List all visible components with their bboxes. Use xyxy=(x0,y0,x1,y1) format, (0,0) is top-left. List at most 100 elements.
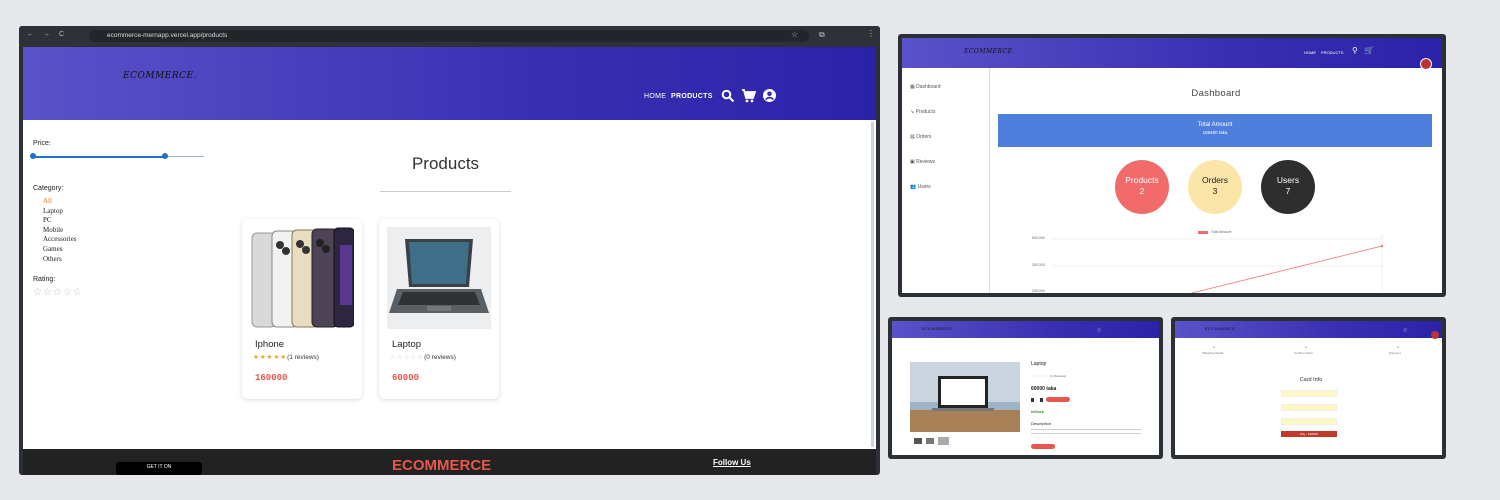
sidebar-item-dashboard[interactable]: ▦ Dashboard xyxy=(910,84,941,90)
menu-kebab-icon[interactable]: ⋮ xyxy=(867,29,875,38)
decrease-quantity-button[interactable] xyxy=(1031,398,1034,402)
chart-tick: 200,000 xyxy=(1032,289,1045,293)
sidebar-item-label: Products xyxy=(915,109,936,115)
add-to-cart-button[interactable] xyxy=(1046,397,1070,402)
payment-window: ECOMMERCE 🛒 ● Shipping Details ● Confirm… xyxy=(1171,317,1446,459)
step-shipping: Shipping Details xyxy=(1202,351,1224,355)
stat-label: Users xyxy=(1276,175,1300,185)
dashboard-title: Dashboard xyxy=(1191,88,1241,99)
forward-icon[interactable]: → xyxy=(43,31,50,38)
get-it-on-badge[interactable]: GET IT ON xyxy=(116,462,202,475)
reviews-count: (0 Reviews) xyxy=(1050,374,1067,378)
rating-filter-label: Rating: xyxy=(33,276,56,283)
price-slider-min-handle[interactable] xyxy=(30,153,36,159)
site-logo[interactable]: ECOMMERCE. xyxy=(123,71,197,81)
card-cvc-input[interactable] xyxy=(1281,418,1337,425)
extensions-icon[interactable]: ⧉ xyxy=(819,30,825,40)
sidebar-item-users[interactable]: 👥 Users xyxy=(910,184,931,190)
product-price: 160000 xyxy=(255,373,288,383)
back-icon[interactable]: ← xyxy=(27,31,34,38)
search-icon[interactable]: ⚲ xyxy=(1352,46,1358,55)
cart-icon[interactable]: 🛒 xyxy=(1403,327,1408,332)
total-amount-value: 166400 taka xyxy=(1202,130,1228,135)
sidebar-divider xyxy=(989,68,990,293)
dashboard-window: ECOMMERCE HOME PRODUCTS ⚲ 🛒 ▦ Dashboard … xyxy=(898,34,1446,297)
rating-filter-stars[interactable]: ☆☆☆☆☆ xyxy=(33,287,83,298)
laptop-product-image xyxy=(387,227,491,329)
user-avatar[interactable] xyxy=(1431,331,1439,339)
category-item[interactable]: Others xyxy=(43,255,76,265)
reviews-count: (0 reviews) xyxy=(424,354,456,361)
submit-review-button[interactable] xyxy=(1031,444,1055,449)
payment-logo[interactable]: ECOMMERCE xyxy=(1205,327,1235,331)
sidebar-item-orders[interactable]: ▤ Orders xyxy=(910,134,931,140)
product-name[interactable]: Laptop xyxy=(392,339,421,350)
stat-value: 3 xyxy=(1212,186,1218,196)
badge-label: GET IT ON xyxy=(146,464,172,470)
product-card-iphone[interactable]: Iphone ★★★★★(1 reviews) 160000 xyxy=(242,219,362,399)
category-item[interactable]: All xyxy=(43,197,76,207)
stat-label: Orders xyxy=(1202,175,1228,185)
iphone-product-image xyxy=(250,227,354,329)
search-icon[interactable] xyxy=(721,89,735,103)
payment-page: ECOMMERCE 🛒 ● Shipping Details ● Confirm… xyxy=(1175,321,1442,455)
cart-icon[interactable]: 🛒 xyxy=(1364,46,1374,55)
rating-stars: ★★★★★ xyxy=(253,354,288,361)
dashboard-page: ECOMMERCE HOME PRODUCTS ⚲ 🛒 ▦ Dashboard … xyxy=(902,38,1442,293)
total-amount-label: Total Amount xyxy=(1197,122,1233,128)
product-detail-page: ECOMMERCE 🛒 Laptop ☆☆☆☆☆ (0 Reviews) 600… xyxy=(892,321,1159,455)
cart-icon[interactable] xyxy=(741,89,756,103)
nav-products-link[interactable]: PRODUCTS xyxy=(671,93,713,100)
sidebar-item-products[interactable]: ↘ Products xyxy=(910,109,935,115)
reload-icon[interactable]: C xyxy=(59,31,64,38)
step-icon: ● xyxy=(1213,345,1215,349)
page-scrollbar[interactable] xyxy=(871,122,874,447)
account-icon[interactable] xyxy=(762,88,777,103)
category-filter-label: Category: xyxy=(33,185,64,192)
payment-header: ECOMMERCE 🛒 xyxy=(1175,321,1442,339)
thumbnail[interactable] xyxy=(926,438,934,444)
product-rating: ☆☆☆☆☆(0 reviews) xyxy=(390,353,456,361)
category-item[interactable]: Laptop xyxy=(43,207,76,217)
product-card-laptop[interactable]: Laptop ☆☆☆☆☆(0 reviews) 60000 xyxy=(379,219,499,399)
page-title: Products xyxy=(411,154,480,173)
orders-stat-circle[interactable]: Orders 3 xyxy=(1188,160,1242,214)
product-name[interactable]: Iphone xyxy=(255,339,284,350)
pay-button[interactable]: Pay - 160000 xyxy=(1281,431,1337,437)
step-payment: Payment xyxy=(1389,351,1401,355)
download-app-heading: DOWNLOAD OUR APP xyxy=(107,439,221,451)
dashboard-nav-home[interactable]: HOME xyxy=(1304,50,1316,55)
category-item[interactable]: Accessories xyxy=(43,235,76,245)
user-avatar[interactable] xyxy=(1420,58,1432,70)
users-stat-circle[interactable]: Users 7 xyxy=(1261,160,1315,214)
title-divider xyxy=(380,191,511,192)
chart-tick: 300,000 xyxy=(1032,263,1045,267)
dashboard-header: ECOMMERCE HOME PRODUCTS ⚲ 🛒 xyxy=(902,38,1442,70)
increase-quantity-button[interactable] xyxy=(1040,398,1043,402)
product-detail-header: ECOMMERCE 🛒 xyxy=(892,321,1159,338)
cart-icon[interactable]: 🛒 xyxy=(1097,327,1102,332)
description-text xyxy=(1031,429,1141,430)
product-rating: ★★★★★(1 reviews) xyxy=(253,353,319,361)
thumbnail[interactable] xyxy=(938,437,949,445)
card-expiry-input[interactable] xyxy=(1281,404,1337,411)
site-footer: DOWNLOAD OUR APP GET IT ON ECOMMERCE Fol… xyxy=(23,439,876,475)
bookmark-star-icon[interactable]: ☆ xyxy=(791,30,798,39)
dashboard-logo[interactable]: ECOMMERCE xyxy=(964,48,1013,55)
card-number-input[interactable] xyxy=(1281,390,1337,397)
category-item[interactable]: PC xyxy=(43,216,76,226)
thumbnail[interactable] xyxy=(914,438,922,444)
price-filter-label: Price: xyxy=(33,140,51,147)
product-detail-logo[interactable]: ECOMMERCE xyxy=(922,327,952,331)
products-stat-circle[interactable]: Products 2 xyxy=(1115,160,1169,214)
price-slider-max-handle[interactable] xyxy=(162,153,168,159)
nav-home-link[interactable]: HOME xyxy=(644,93,666,100)
address-bar[interactable]: ecommerce-mernapp.vercel.app/products xyxy=(89,30,809,42)
dashboard-nav-products[interactable]: PRODUCTS xyxy=(1321,50,1343,55)
sidebar-item-label: Users xyxy=(917,184,931,190)
sidebar-item-reviews[interactable]: ▣ Reviews xyxy=(910,159,935,165)
category-item[interactable]: Mobile xyxy=(43,226,76,236)
category-item[interactable]: Games xyxy=(43,245,76,255)
browser-toolbar: ← → C ecommerce-mernapp.vercel.app/produ… xyxy=(19,26,880,46)
description-text xyxy=(1031,433,1141,434)
